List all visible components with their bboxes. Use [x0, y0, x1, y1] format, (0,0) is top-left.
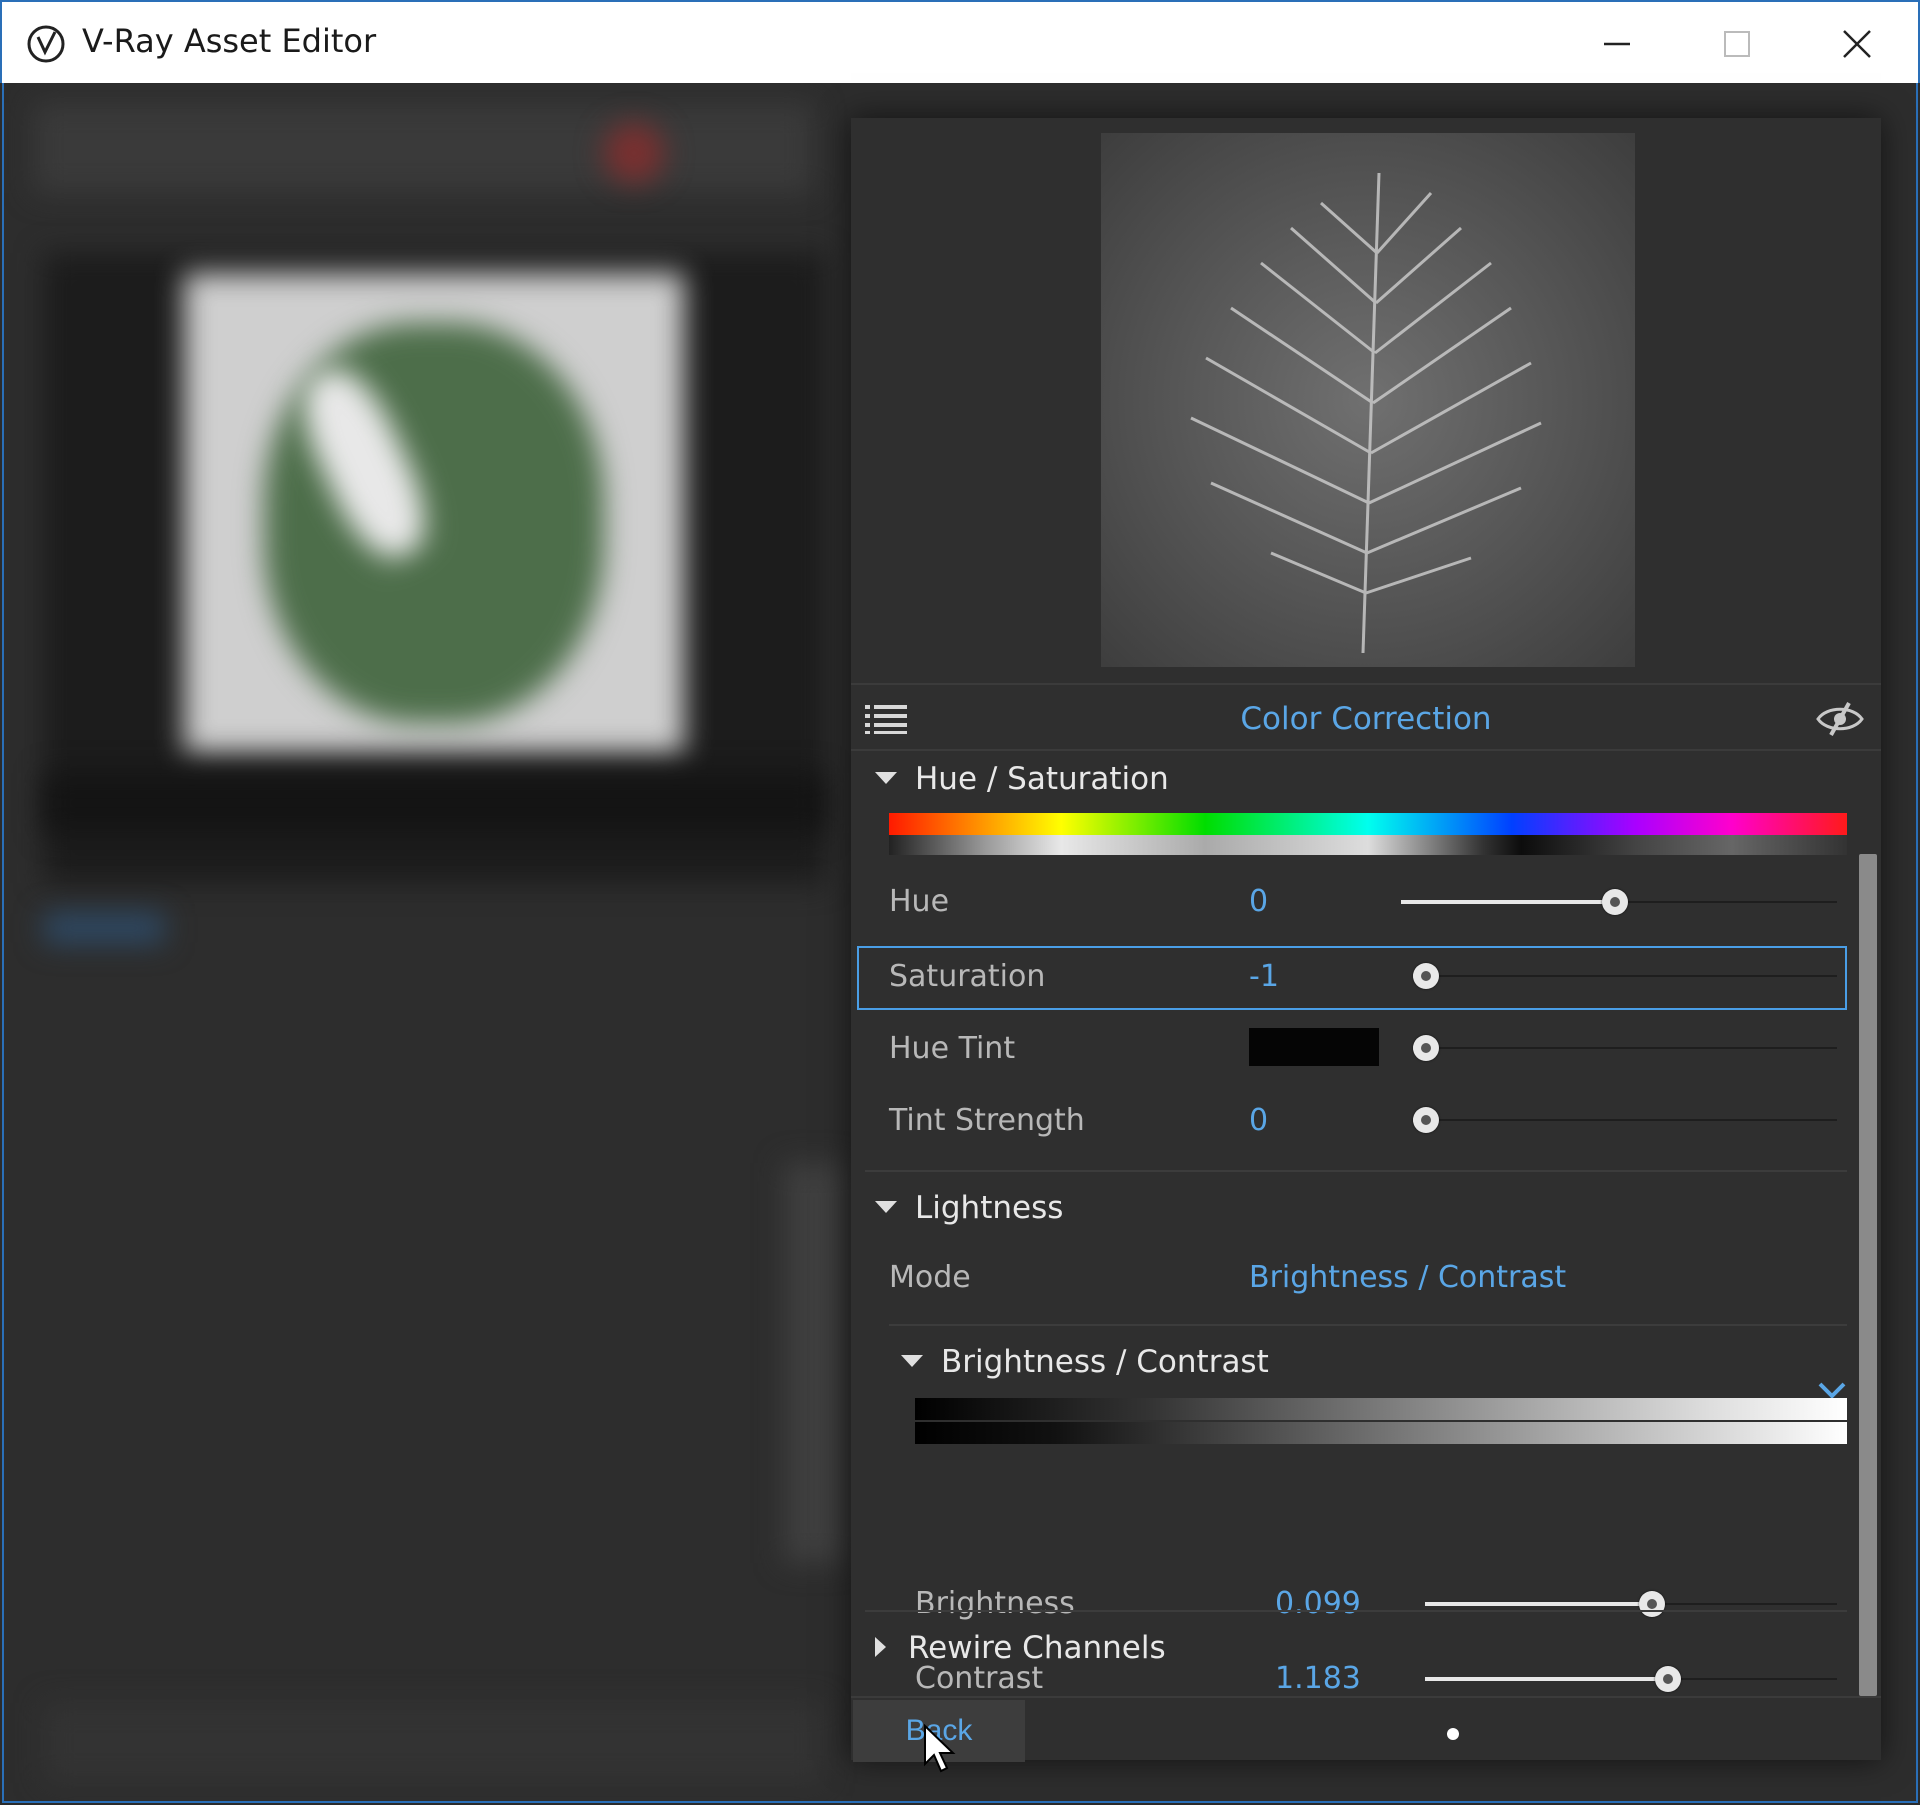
collapse-triangle-icon	[875, 1200, 897, 1213]
window-title: V-Ray Asset Editor	[82, 22, 377, 60]
vray-logo-icon	[27, 25, 65, 63]
collapse-triangle-icon	[875, 771, 897, 784]
tint-strength-label: Tint Strength	[889, 1103, 1085, 1138]
mode-label: Mode	[889, 1260, 971, 1295]
contrast-label: Contrast	[915, 1661, 1044, 1696]
section-divider	[889, 1324, 1847, 1326]
brightness-contrast-section-toggle[interactable]: Brightness / Contrast	[901, 1344, 1269, 1380]
panel-title: Color Correction	[1240, 701, 1492, 737]
contrast-slider[interactable]	[1425, 1666, 1837, 1692]
lightness-section-toggle[interactable]: Lightness	[875, 1190, 1063, 1226]
mouse-cursor-icon	[924, 1724, 956, 1773]
rewire-channels-label: Rewire Channels	[908, 1630, 1166, 1666]
leaf-texture-image	[1101, 133, 1635, 667]
hue-tint-label: Hue Tint	[889, 1031, 1016, 1066]
minimize-button[interactable]	[1562, 2, 1672, 85]
minimize-icon	[1604, 42, 1630, 45]
section-divider	[865, 1170, 1847, 1172]
background-footer	[44, 1703, 824, 1783]
close-button[interactable]	[1802, 2, 1912, 85]
brightness-value[interactable]: 0.099	[1275, 1586, 1361, 1621]
hue-slider-knob[interactable]	[1601, 889, 1628, 915]
brightness-slider-knob[interactable]	[1638, 1591, 1665, 1617]
tint-strength-value[interactable]: 0	[1249, 1103, 1268, 1138]
expand-triangle-icon	[875, 1636, 886, 1657]
color-correction-header: Color Correction	[851, 683, 1881, 751]
hue-slider-fill	[1401, 900, 1615, 904]
saturation-label: Saturation	[889, 959, 1046, 994]
background-tab	[44, 913, 164, 943]
chevron-down-icon[interactable]	[1817, 1380, 1847, 1400]
maximize-icon	[1724, 30, 1750, 57]
mode-dropdown[interactable]: Brightness / Contrast	[1249, 1260, 1566, 1295]
texture-preview	[1101, 133, 1635, 667]
lightness-label: Lightness	[915, 1190, 1064, 1226]
maximize-button[interactable]	[1682, 2, 1792, 85]
hue-tint-color-swatch[interactable]	[1249, 1028, 1379, 1066]
saturation-value[interactable]: -1	[1249, 959, 1279, 994]
color-correction-panel: Color Correction Hue / Saturation Hue 0 …	[851, 118, 1881, 1773]
background-scrollbar	[784, 1163, 844, 1563]
hue-value[interactable]: 0	[1249, 884, 1268, 919]
background-bar	[44, 773, 824, 833]
saturation-slider[interactable]	[1412, 963, 1837, 989]
panel-scrollbar[interactable]	[1859, 854, 1877, 1696]
background-toolbar	[34, 103, 814, 193]
hue-label: Hue	[889, 884, 950, 919]
hue-spectrum-bar	[889, 813, 1847, 835]
hue-saturation-section-toggle[interactable]: Hue / Saturation	[875, 761, 1169, 797]
contrast-slider-knob[interactable]	[1655, 1666, 1682, 1692]
hue-slider[interactable]	[1401, 889, 1837, 915]
hue-tint-slider-knob[interactable]	[1412, 1035, 1439, 1061]
brightness-output-gradient	[915, 1422, 1847, 1444]
brightness-label: Brightness	[915, 1586, 1075, 1621]
brightness-slider-fill	[1425, 1602, 1652, 1606]
panel-footer: Back	[851, 1696, 1881, 1773]
brightness-input-gradient	[915, 1398, 1847, 1420]
brightness-slider[interactable]	[1425, 1591, 1837, 1617]
hue-result-bar	[889, 835, 1847, 855]
hue-saturation-label: Hue / Saturation	[915, 761, 1169, 797]
window-titlebar: V-Ray Asset Editor	[0, 0, 1920, 83]
tint-strength-slider-knob[interactable]	[1412, 1107, 1439, 1133]
visibility-off-icon[interactable]	[1815, 701, 1865, 737]
background-toolbar-icon	[604, 123, 664, 183]
brightness-contrast-label: Brightness / Contrast	[941, 1344, 1269, 1380]
tint-strength-slider[interactable]	[1412, 1107, 1837, 1133]
page-indicator-dot	[1447, 1728, 1459, 1740]
section-divider	[865, 1610, 1847, 1612]
collapse-triangle-icon	[901, 1354, 923, 1367]
hue-tint-slider[interactable]	[1412, 1035, 1837, 1061]
saturation-slider-knob[interactable]	[1412, 963, 1439, 989]
contrast-slider-fill	[1425, 1677, 1669, 1681]
rewire-channels-section-toggle[interactable]: Rewire Channels	[875, 1630, 1166, 1666]
contrast-value[interactable]: 1.183	[1275, 1661, 1361, 1696]
close-icon	[1843, 29, 1871, 58]
